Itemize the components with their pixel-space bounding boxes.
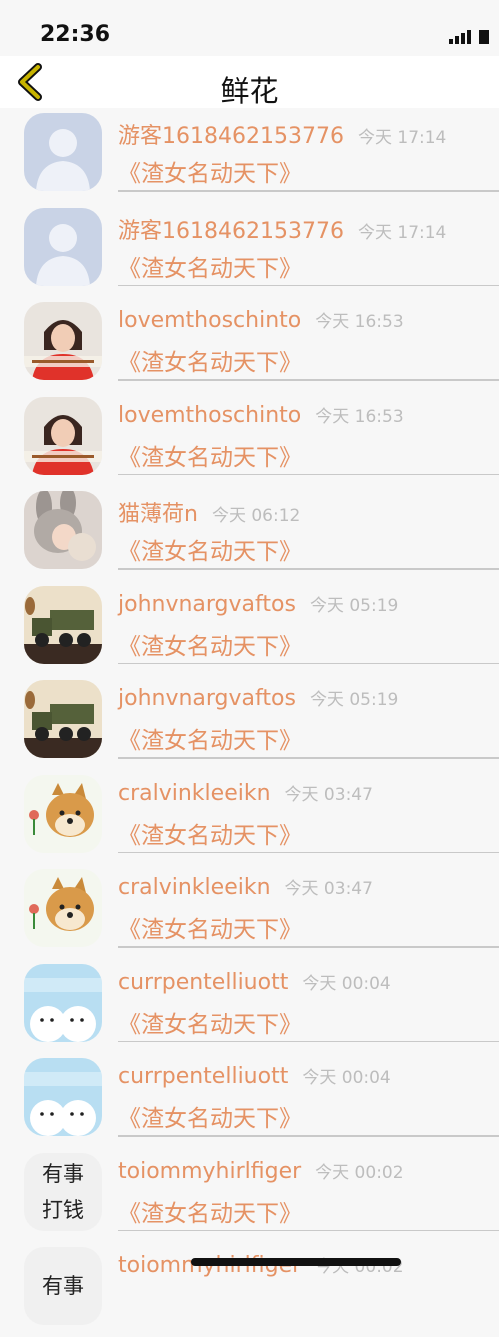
list-item[interactable]: lovemthoschinto 今天 16:53 《渣女名动天下》 bbox=[0, 392, 499, 487]
list-item[interactable]: currpentelliuott 今天 00:04 《渣女名动天下》 bbox=[0, 1053, 499, 1148]
user-name[interactable]: currpentelliuott 今天 00:04 bbox=[118, 969, 391, 995]
avatar[interactable] bbox=[24, 680, 102, 758]
divider bbox=[118, 946, 499, 948]
timestamp: 今天 05:19 bbox=[309, 690, 399, 710]
divider bbox=[118, 379, 499, 381]
divider bbox=[118, 568, 499, 570]
list-item[interactable]: johnvnargvaftos 今天 05:19 《渣女名动天下》 bbox=[0, 581, 499, 676]
timestamp: 今天 05:19 bbox=[309, 595, 399, 616]
timestamp: 今天 00:04 bbox=[302, 973, 391, 994]
user-name-text: lovemthoschinto bbox=[118, 402, 302, 428]
book-title[interactable]: 《渣女名动天下》 bbox=[118, 343, 302, 377]
user-name[interactable]: toiommyhirlfiger 今天 00:02 bbox=[118, 1158, 404, 1184]
user-name-text: 游客1618462153776 bbox=[118, 218, 344, 244]
avatar[interactable]: 有事 bbox=[24, 1247, 102, 1325]
divider bbox=[118, 851, 499, 853]
avatar[interactable] bbox=[24, 585, 102, 664]
book-title[interactable]: 《渣女名动天下》 bbox=[118, 1099, 302, 1133]
list-item[interactable]: 有事toiommyhirlfiger今天 00:02 bbox=[0, 1242, 499, 1337]
flower-list[interactable]: 游客1618462153776 今天 17:14 《渣女名动天下》 游客1618462… bbox=[0, 108, 499, 1337]
user-name[interactable]: 游客1618462153776 今天 17:14 bbox=[118, 118, 446, 150]
timestamp: 今天 03:47 bbox=[284, 784, 373, 805]
nav-bar: 鲜花 bbox=[0, 56, 499, 108]
divider bbox=[118, 757, 499, 759]
divider bbox=[118, 1135, 499, 1137]
user-name-text: currpentelliuott bbox=[118, 969, 289, 995]
avatar[interactable] bbox=[24, 963, 102, 1042]
avatar-text: 有事 bbox=[42, 1161, 84, 1186]
user-name[interactable]: currpentelliuott 今天 00:04 bbox=[118, 1063, 391, 1089]
divider bbox=[118, 284, 499, 286]
divider bbox=[118, 1040, 499, 1042]
timestamp: 今天 00:02 bbox=[315, 1162, 404, 1183]
list-item[interactable]: currpentelliuott 今天 00:04 《渣女名动天下》 bbox=[0, 959, 499, 1054]
user-name[interactable]: cralvinkleeikn 今天 03:47 bbox=[118, 780, 373, 806]
user-name[interactable]: johnvnargvaftos 今天 05:19 bbox=[118, 591, 398, 617]
book-title[interactable]: 《渣女名动天下》 bbox=[118, 721, 302, 755]
divider bbox=[118, 190, 499, 192]
status-time: 22:36 bbox=[40, 22, 111, 47]
list-item[interactable]: johnvnargvaftos 今天 05:19 《渣女名动天下》 bbox=[0, 675, 499, 770]
avatar[interactable]: 有事 打钱 bbox=[24, 1152, 102, 1231]
signal-icon bbox=[449, 28, 489, 50]
page-title: 鲜花 bbox=[220, 74, 279, 108]
list-item[interactable]: 游客1618462153776 今天 17:14 《渣女名动天下》 bbox=[0, 108, 499, 203]
avatar[interactable] bbox=[24, 396, 102, 475]
timestamp: 今天 17:14 bbox=[357, 222, 447, 243]
user-name-text: cralvinkleeikn bbox=[118, 780, 271, 806]
timestamp: 今天 06:12 bbox=[211, 506, 301, 526]
user-name-text: currpentelliuott bbox=[118, 1064, 289, 1089]
timestamp: 今天 16:53 bbox=[315, 312, 404, 332]
avatar-text: 有事 bbox=[42, 1274, 84, 1298]
book-title[interactable]: 《渣女名动天下》 bbox=[118, 910, 302, 944]
avatar[interactable] bbox=[24, 869, 102, 947]
home-indicator[interactable] bbox=[191, 1258, 401, 1266]
book-title[interactable]: 《渣女名动天下》 bbox=[118, 1194, 302, 1228]
avatar[interactable] bbox=[24, 113, 102, 191]
avatar[interactable] bbox=[24, 774, 102, 853]
list-item[interactable]: 猫薄荷n 今天 06:12 《渣女名动天下》 bbox=[0, 486, 499, 581]
user-name[interactable]: 猫薄荷n 今天 06:12 bbox=[118, 496, 300, 528]
list-item[interactable]: 游客1618462153776 今天 17:14 《渣女名动天下》 bbox=[0, 203, 499, 298]
user-name-text: lovemthoschinto bbox=[118, 308, 302, 333]
user-name-text: 游客1618462153776 bbox=[118, 124, 344, 149]
list-item[interactable]: cralvinkleeikn 今天 03:47 《渣女名动天下》 bbox=[0, 770, 499, 865]
avatar[interactable] bbox=[24, 302, 102, 380]
user-name-text: johnvnargvaftos bbox=[118, 591, 296, 617]
status-bar: 22:36 bbox=[0, 0, 499, 56]
avatar[interactable] bbox=[24, 491, 102, 569]
user-name[interactable]: lovemthoschinto 今天 16:53 bbox=[118, 307, 404, 333]
user-name[interactable]: 游客1618462153776 今天 17:14 bbox=[118, 213, 446, 245]
list-item[interactable]: 有事打钱 toiommyhirlfiger 今天 00:02 《渣女名动天下》 bbox=[0, 1148, 499, 1243]
book-title[interactable]: 《渣女名动天下》 bbox=[118, 154, 302, 188]
divider bbox=[118, 473, 499, 475]
book-title[interactable]: 《渣女名动天下》 bbox=[118, 627, 302, 661]
timestamp: 今天 16:53 bbox=[315, 406, 404, 427]
user-name-text: toiommyhirlfiger bbox=[118, 1158, 302, 1184]
divider bbox=[118, 1229, 499, 1231]
book-title[interactable]: 《渣女名动天下》 bbox=[118, 1005, 302, 1039]
list-item[interactable]: lovemthoschinto 今天 16:53 《渣女名动天下》 bbox=[0, 297, 499, 392]
avatar[interactable] bbox=[24, 1058, 102, 1136]
timestamp: 今天 03:47 bbox=[284, 879, 373, 899]
timestamp: 今天 17:14 bbox=[357, 128, 447, 148]
user-name-text: johnvnargvaftos bbox=[118, 686, 296, 711]
book-title[interactable]: 《渣女名动天下》 bbox=[118, 438, 302, 472]
avatar[interactable] bbox=[24, 207, 102, 286]
timestamp: 今天 00:04 bbox=[302, 1068, 391, 1088]
book-title[interactable]: 《渣女名动天下》 bbox=[118, 249, 302, 283]
divider bbox=[118, 662, 499, 664]
user-name[interactable]: johnvnargvaftos 今天 05:19 bbox=[118, 685, 398, 711]
book-title[interactable]: 《渣女名动天下》 bbox=[118, 816, 302, 850]
user-name-text: 猫薄荷n bbox=[118, 502, 198, 527]
user-name[interactable]: lovemthoschinto 今天 16:53 bbox=[118, 402, 404, 428]
user-name[interactable]: cralvinkleeikn 今天 03:47 bbox=[118, 874, 373, 900]
list-item[interactable]: cralvinkleeikn 今天 03:47 《渣女名动天下》 bbox=[0, 864, 499, 959]
book-title[interactable]: 《渣女名动天下》 bbox=[118, 532, 302, 566]
user-name-text: cralvinkleeikn bbox=[118, 875, 271, 900]
avatar-text: 打钱 bbox=[42, 1197, 84, 1222]
